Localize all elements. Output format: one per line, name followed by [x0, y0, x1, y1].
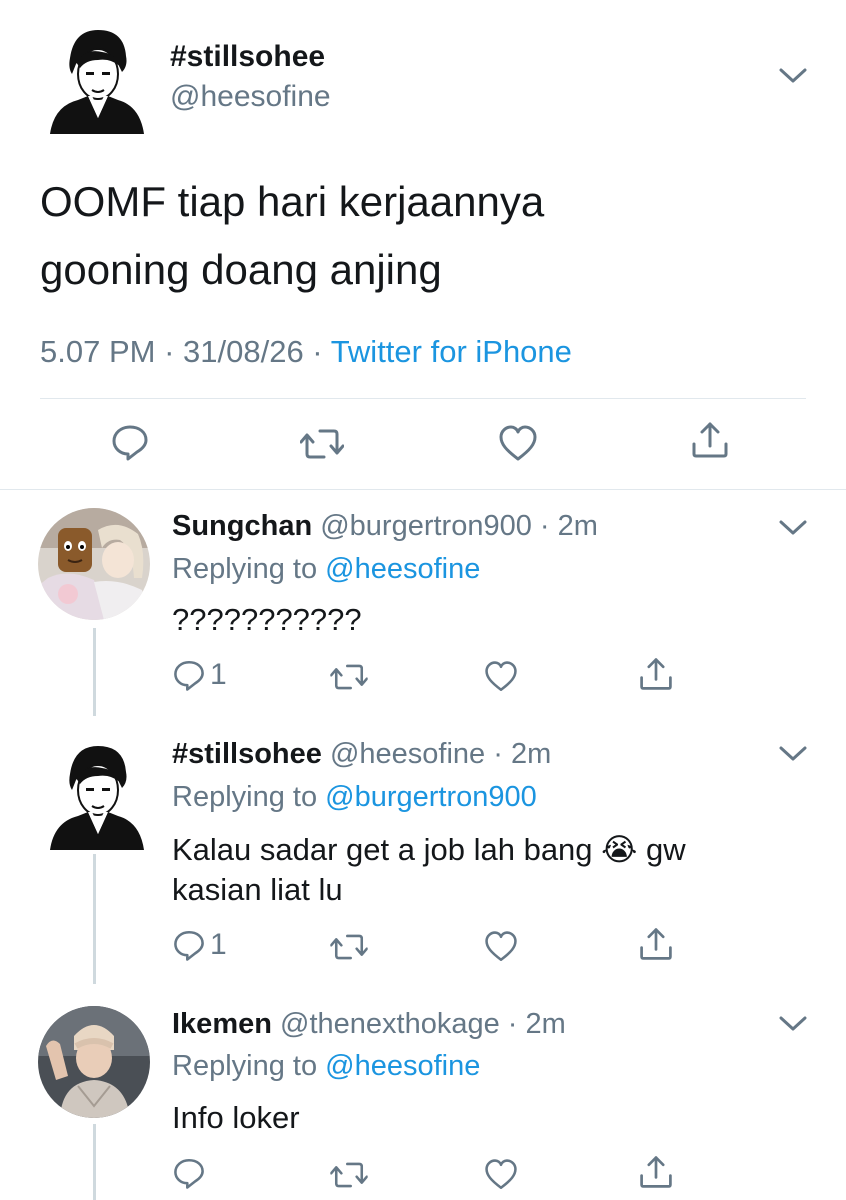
- reply-text: Info loker: [172, 1100, 300, 1135]
- replying-to-handle[interactable]: @heesofine: [325, 1050, 480, 1082]
- replying-to-label: Replying to: [172, 781, 326, 813]
- chevron-down-icon[interactable]: [778, 518, 808, 538]
- reply-text-line: kasian liat lu: [172, 872, 343, 907]
- replying-to: Replying to @heesofine: [172, 1050, 480, 1083]
- reply-handle[interactable]: @thenexthokage: [280, 1008, 500, 1040]
- avatar[interactable]: [40, 738, 152, 850]
- reply-count: 1: [210, 928, 227, 961]
- reply-icon[interactable]: [172, 928, 206, 962]
- replying-to-label: Replying to: [172, 553, 326, 585]
- share-icon[interactable]: [638, 1154, 674, 1190]
- reply-time[interactable]: 2m: [511, 738, 551, 770]
- reply-text-line: Kalau sadar get a job lah bang 😭 gw: [172, 830, 772, 870]
- chevron-down-icon[interactable]: [778, 66, 808, 86]
- thread-line: [93, 628, 96, 716]
- crying-emoji: 😭: [601, 832, 638, 867]
- heart-icon[interactable]: [498, 424, 538, 464]
- divider: [40, 398, 806, 399]
- share-icon[interactable]: [638, 656, 674, 692]
- meta-separator: ·: [531, 510, 558, 542]
- reply-icon[interactable]: [110, 422, 150, 462]
- tweet-text-line: OOMF tiap hari kerjaannya: [40, 178, 545, 225]
- reply-text: Kalau sadar get a job lah bang 😭 gw kasi…: [172, 830, 772, 910]
- share-icon[interactable]: [638, 926, 674, 962]
- reply-display-name[interactable]: Sungchan: [172, 510, 312, 542]
- thread-line: [93, 1124, 96, 1200]
- heart-icon[interactable]: [484, 930, 518, 964]
- reply-time[interactable]: 2m: [558, 510, 598, 542]
- reply-action[interactable]: 1: [172, 658, 227, 692]
- replying-to-handle[interactable]: @burgertron900: [325, 781, 537, 813]
- reply-count: 1: [210, 658, 227, 691]
- author-handle[interactable]: @heesofine: [170, 80, 331, 114]
- heart-icon[interactable]: [484, 660, 518, 694]
- replying-to-label: Replying to: [172, 1050, 326, 1082]
- reply-icon[interactable]: [172, 1156, 206, 1190]
- reply-handle[interactable]: @burgertron900: [320, 510, 532, 542]
- chevron-down-icon[interactable]: [778, 744, 808, 764]
- reply-action[interactable]: 1: [172, 928, 227, 962]
- tweet-meta: 5.07 PM · 31/08/26 · Twitter for iPhone: [40, 334, 572, 370]
- replying-to-handle[interactable]: @heesofine: [325, 553, 480, 585]
- retweet-icon[interactable]: [330, 1158, 368, 1192]
- reply-header: #stillsohee @heesofine · 2m: [172, 738, 551, 771]
- tweet-date[interactable]: 31/08/26: [183, 334, 304, 369]
- meta-separator: ·: [499, 1008, 526, 1040]
- retweet-icon[interactable]: [300, 424, 344, 464]
- retweet-icon[interactable]: [330, 930, 368, 964]
- share-icon[interactable]: [690, 420, 730, 460]
- replying-to: Replying to @burgertron900: [172, 781, 537, 814]
- reply-header: Ikemen @thenexthokage · 2m: [172, 1008, 566, 1041]
- author-avatar[interactable]: [40, 22, 152, 134]
- avatar[interactable]: [38, 1006, 150, 1118]
- tweet-source[interactable]: Twitter for iPhone: [331, 334, 572, 369]
- thread-line: [93, 854, 96, 984]
- avatar[interactable]: [38, 508, 150, 620]
- heart-icon[interactable]: [484, 1158, 518, 1192]
- replying-to: Replying to @heesofine: [172, 553, 480, 586]
- tweet-text-line: gooning doang anjing: [40, 246, 442, 293]
- reply-text-part: Kalau sadar get a job lah bang: [172, 832, 602, 867]
- reply-display-name[interactable]: #stillsohee: [172, 738, 322, 770]
- meta-separator: ·: [303, 334, 331, 369]
- author-display-name[interactable]: #stillsohee: [170, 40, 325, 74]
- divider: [0, 489, 846, 490]
- tweet-time[interactable]: 5.07 PM: [40, 334, 155, 369]
- reply-display-name[interactable]: Ikemen: [172, 1008, 272, 1040]
- reply-text-part: gw: [637, 832, 686, 867]
- meta-separator: ·: [485, 738, 511, 770]
- reply-header: Sungchan @burgertron900 · 2m: [172, 510, 598, 543]
- retweet-icon[interactable]: [330, 660, 368, 694]
- reply-icon[interactable]: [172, 658, 206, 692]
- reply-text: ???????????: [172, 602, 362, 637]
- tweet-text: OOMF tiap hari kerjaannya gooning doang …: [40, 168, 800, 304]
- chevron-down-icon[interactable]: [778, 1014, 808, 1034]
- reply-handle[interactable]: @heesofine: [330, 738, 485, 770]
- reply-time[interactable]: 2m: [526, 1008, 566, 1040]
- meta-separator: ·: [155, 334, 184, 369]
